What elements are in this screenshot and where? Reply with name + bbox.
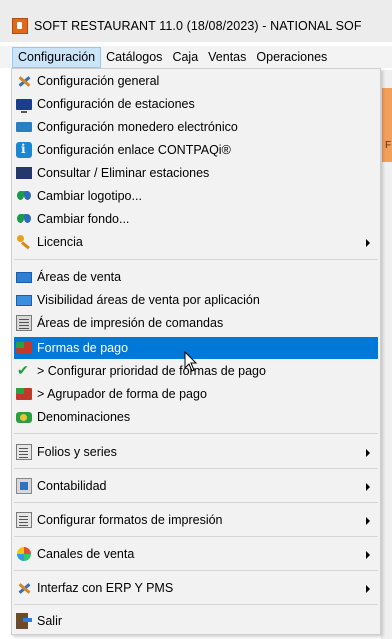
menu-ventas[interactable]: Ventas xyxy=(203,47,251,67)
menu-catalogos[interactable]: Catálogos xyxy=(101,47,167,67)
menu-item-denominaciones[interactable]: Denominaciones xyxy=(14,406,378,428)
menu-item-label: Áreas de venta xyxy=(37,270,122,284)
menu-item-label: Canales de venta xyxy=(37,547,135,561)
menu-item-canales-de-venta[interactable]: Canales de venta xyxy=(14,543,378,565)
menu-item-label: Configuración monedero electrónico xyxy=(37,120,238,134)
menu-item-label: Áreas de impresión de comandas xyxy=(37,316,224,330)
menu-item-label: Interfaz con ERP Y PMS xyxy=(37,581,174,595)
money-icon xyxy=(16,388,32,400)
menu-separator xyxy=(14,604,378,605)
menu-item-cambiar-fondo[interactable]: Cambiar fondo... xyxy=(14,208,378,230)
menu-separator xyxy=(14,536,378,537)
submenu-arrow-icon xyxy=(366,585,370,593)
screen-icon xyxy=(16,294,32,306)
menu-item-label: Contabilidad xyxy=(37,479,107,493)
menu-caja[interactable]: Caja xyxy=(167,47,203,67)
menu-item-label: Visibilidad áreas de venta por aplicació… xyxy=(37,293,260,307)
menu-item-configuracion-estaciones[interactable]: Configuración de estaciones xyxy=(14,93,378,115)
app-icon xyxy=(12,18,28,34)
menu-item-label: Configuración de estaciones xyxy=(37,97,195,111)
exit-icon xyxy=(16,613,32,629)
menu-item-enlace-contpaqi[interactable]: Configuración enlace CONTPAQi® xyxy=(14,139,378,161)
tools-icon xyxy=(16,73,32,89)
menu-item-areas-impresion[interactable]: Áreas de impresión de comandas xyxy=(14,312,378,334)
submenu-arrow-icon xyxy=(366,449,370,457)
menu-item-label: > Agrupador de forma de pago xyxy=(37,387,207,401)
window-title: SOFT RESTAURANT 11.0 (18/08/2023) - NATI… xyxy=(34,19,362,33)
submenu-arrow-icon xyxy=(366,517,370,525)
monitor-icon xyxy=(16,99,32,113)
menu-configuracion[interactable]: Configuración xyxy=(12,46,102,68)
menu-item-label: Denominaciones xyxy=(37,410,131,424)
menu-item-agrupador-forma-pago[interactable]: > Agrupador de forma de pago xyxy=(14,383,378,405)
printer-icon xyxy=(16,315,32,331)
menu-item-label: Configuración general xyxy=(37,74,160,88)
mouse-cursor-icon xyxy=(184,351,198,372)
menu-item-label: Configurar formatos de impresión xyxy=(37,513,223,527)
menu-item-consultar-eliminar-estaciones[interactable]: Consultar / Eliminar estaciones xyxy=(14,162,378,184)
menu-item-folios-y-series[interactable]: Folios y series xyxy=(14,441,378,463)
menu-item-cambiar-logotipo[interactable]: Cambiar logotipo... xyxy=(14,185,378,207)
menu-item-label: Cambiar logotipo... xyxy=(37,189,142,203)
menu-item-label: Folios y series xyxy=(37,445,117,459)
background-text: F xyxy=(385,140,392,151)
menu-separator xyxy=(14,570,378,571)
menu-bar: Configuración Catálogos Caja Ventas Oper… xyxy=(0,46,392,68)
menu-item-label: Cambiar fondo... xyxy=(37,212,130,226)
stations-icon xyxy=(16,167,32,179)
menu-item-label: Consultar / Eliminar estaciones xyxy=(37,166,210,180)
menu-separator xyxy=(14,468,378,469)
menu-item-label: Formas de pago xyxy=(37,341,129,355)
menu-operaciones[interactable]: Operaciones xyxy=(251,47,332,67)
menu-item-contabilidad[interactable]: Contabilidad xyxy=(14,475,378,497)
book-icon xyxy=(16,478,32,494)
submenu-arrow-icon xyxy=(366,551,370,559)
submenu-arrow-icon xyxy=(366,239,370,247)
document-icon xyxy=(16,444,32,460)
document-icon xyxy=(16,512,32,528)
menu-item-visibilidad-areas[interactable]: Visibilidad áreas de venta por aplicació… xyxy=(14,289,378,311)
menu-item-label: > Configurar prioridad de formas de pago xyxy=(37,364,266,378)
key-icon xyxy=(16,234,32,250)
menu-item-licencia[interactable]: Licencia xyxy=(14,231,378,253)
tools-icon xyxy=(16,580,32,596)
butterfly-icon xyxy=(16,211,32,227)
menu-separator xyxy=(14,259,378,260)
menu-item-interfaz-erp-pms[interactable]: Interfaz con ERP Y PMS xyxy=(14,577,378,599)
flower-icon xyxy=(16,546,32,562)
menu-item-areas-de-venta[interactable]: Áreas de venta xyxy=(14,266,378,288)
wallet-icon xyxy=(16,122,32,132)
menu-item-label: Licencia xyxy=(37,235,83,249)
menu-item-label: Salir xyxy=(37,614,63,628)
menu-separator xyxy=(14,433,378,434)
contpaqi-icon xyxy=(16,142,32,158)
check-icon xyxy=(16,362,32,379)
menu-item-label: Configuración enlace CONTPAQi® xyxy=(37,143,231,157)
screen-icon xyxy=(16,271,32,283)
menu-separator xyxy=(14,502,378,503)
coins-icon xyxy=(16,411,32,423)
money-icon xyxy=(16,342,32,354)
menu-item-salir[interactable]: Salir xyxy=(14,610,378,632)
menu-item-configuracion-general[interactable]: Configuración general xyxy=(14,70,378,92)
menu-item-monedero-electronico[interactable]: Configuración monedero electrónico xyxy=(14,116,378,138)
title-bar: SOFT RESTAURANT 11.0 (18/08/2023) - NATI… xyxy=(0,0,392,42)
menu-item-formatos-impresion[interactable]: Configurar formatos de impresión xyxy=(14,509,378,531)
butterfly-icon xyxy=(16,188,32,204)
submenu-arrow-icon xyxy=(366,483,370,491)
